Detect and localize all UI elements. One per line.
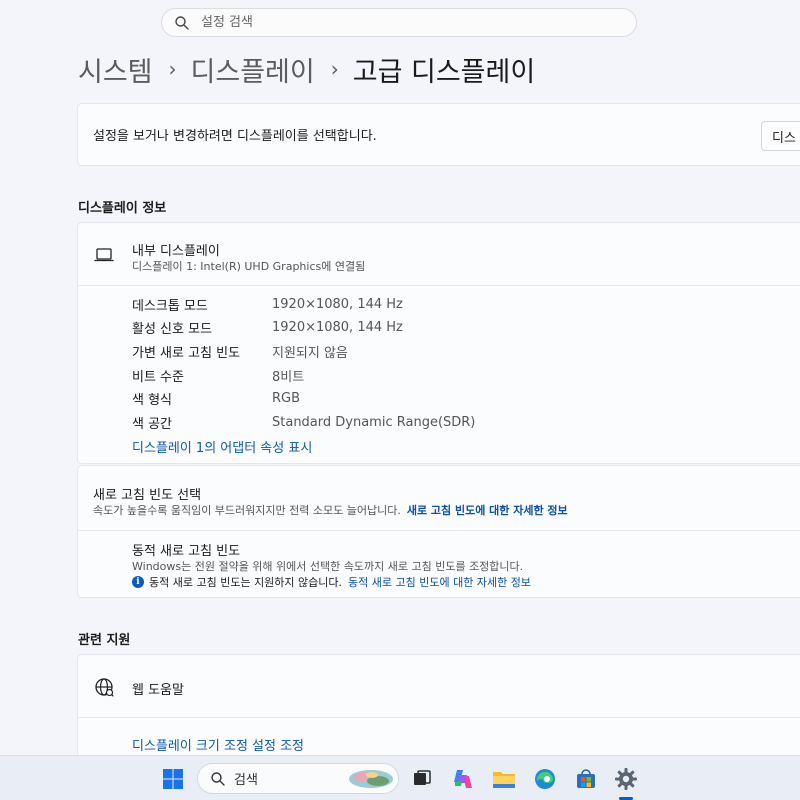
breadcrumb-display[interactable]: 디스플레이 (191, 50, 315, 89)
property-value: 지원되지 않음 (272, 345, 348, 361)
refresh-rate-description-text: 속도가 높을수록 움직임이 부드러워지지만 전력 소모도 늘어납니다. (93, 504, 401, 517)
chevron-right-icon: › (168, 57, 177, 81)
dynamic-refresh-note: i 동적 새로 고침 빈도는 지원하지 않습니다. 동적 새로 고침 빈도에 대한… (132, 574, 531, 590)
search-icon (210, 771, 226, 787)
property-label: 가변 새로 고침 빈도 (132, 345, 241, 361)
display-name: 내부 디스플레이 (132, 244, 220, 259)
dynamic-refresh-note-text: 동적 새로 고침 빈도는 지원하지 않습니다. (149, 576, 343, 589)
copilot-icon[interactable] (450, 766, 476, 792)
info-icon: i (132, 576, 144, 588)
divider (78, 717, 800, 718)
display-info-card: 내부 디스플레이 디스플레이 1: Intel(R) UHD Graphics에… (77, 222, 800, 464)
property-row: 가변 새로 고침 빈도 지원되지 않음 (132, 340, 348, 362)
property-row: 색 형식 RGB (132, 387, 300, 409)
section-title-related-support: 관련 지원 (78, 633, 131, 648)
web-help-label: 웹 도움말 (132, 683, 184, 698)
settings-icon[interactable] (613, 766, 639, 792)
search-highlight-icon (348, 769, 394, 789)
property-value: 1920×1080, 144 Hz (272, 319, 403, 335)
file-explorer-icon[interactable] (491, 766, 517, 792)
property-row: 데스크톱 모드 1920×1080, 144 Hz (132, 293, 403, 315)
property-label: 비트 수준 (132, 369, 184, 385)
adapter-properties-link[interactable]: 디스플레이 1의 어댑터 속성 표시 (132, 437, 312, 456)
search-icon (174, 15, 190, 31)
select-display-card: 설정을 보거나 변경하려면 디스플레이를 선택합니다. 디스 (77, 103, 800, 166)
laptop-icon (94, 247, 114, 263)
section-title-display-info: 디스플레이 정보 (78, 201, 167, 216)
property-label: 색 공간 (132, 416, 173, 432)
property-row: 활성 신호 모드 1920×1080, 144 Hz (132, 316, 403, 338)
store-icon[interactable] (573, 766, 599, 792)
refresh-rate-info-link[interactable]: 새로 고침 빈도에 대한 자세한 정보 (407, 504, 568, 517)
display-select-dropdown[interactable]: 디스 (761, 121, 800, 151)
display-scaling-link[interactable]: 디스플레이 크기 조정 설정 조정 (132, 735, 304, 754)
task-view-icon[interactable] (409, 766, 435, 792)
related-support-card: 웹 도움말 디스플레이 크기 조정 설정 조정 (77, 654, 800, 764)
property-label: 데스크톱 모드 (132, 298, 208, 314)
taskbar-search[interactable]: 검색 (197, 763, 399, 794)
divider (78, 530, 800, 531)
dynamic-refresh-title: 동적 새로 고침 빈도 (132, 544, 241, 559)
taskbar: 검색 (0, 755, 800, 800)
property-value: RGB (272, 390, 301, 406)
web-help-row[interactable]: 웹 도움말 (78, 655, 800, 717)
property-value: Standard Dynamic Range(SDR) (272, 414, 476, 430)
search-input[interactable] (201, 15, 636, 30)
display-adapter-connection: 디스플레이 1: Intel(R) UHD Graphics에 연결됨 (132, 260, 366, 273)
refresh-rate-title: 새로 고침 빈도 선택 (93, 488, 202, 503)
property-label: 활성 신호 모드 (132, 321, 213, 337)
refresh-rate-card: 새로 고침 빈도 선택 속도가 높을수록 움직임이 부드러워지지만 전력 소모도… (77, 465, 800, 598)
property-row: 색 공간 Standard Dynamic Range(SDR) (132, 411, 475, 433)
select-display-description: 설정을 보거나 변경하려면 디스플레이를 선택합니다. (93, 129, 377, 144)
property-row: 비트 수준 8비트 (132, 364, 304, 386)
property-value: 1920×1080, 144 Hz (272, 296, 403, 312)
settings-search-box[interactable] (161, 8, 637, 37)
refresh-rate-description: 속도가 높을수록 움직임이 부드러워지지만 전력 소모도 늘어납니다. 새로 고침… (93, 502, 568, 518)
page-title: 고급 디스플레이 (352, 56, 536, 88)
chevron-right-icon: › (330, 57, 339, 81)
property-label: 색 형식 (132, 392, 173, 408)
edge-icon[interactable] (532, 766, 558, 792)
divider (78, 285, 800, 286)
display-info-header: 내부 디스플레이 디스플레이 1: Intel(R) UHD Graphics에… (78, 223, 800, 285)
property-value: 8비트 (272, 369, 305, 385)
breadcrumb-system[interactable]: 시스템 (78, 50, 153, 89)
breadcrumb: 시스템 › 디스플레이 › 고급 디스플레이 (78, 48, 535, 90)
globe-icon (94, 677, 114, 697)
taskbar-search-label: 검색 (234, 773, 258, 788)
dynamic-refresh-info-link[interactable]: 동적 새로 고침 빈도에 대한 자세한 정보 (348, 574, 531, 590)
windows-start-icon[interactable] (160, 766, 186, 792)
dynamic-refresh-description: Windows는 전원 절약을 위해 위에서 선택한 속도까지 새로 고침 빈도… (132, 560, 524, 573)
